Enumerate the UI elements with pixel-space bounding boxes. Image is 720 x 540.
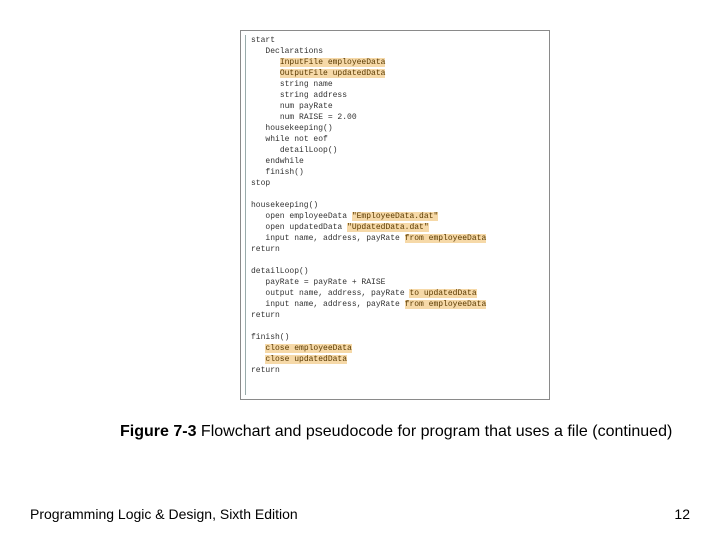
slide: start Declarations InputFile employeeDat…: [0, 0, 720, 540]
caption-bold: Figure 7-3: [120, 423, 196, 440]
figure-caption: Figure 7-3 Flowchart and pseudocode for …: [120, 420, 680, 444]
caption-text: Flowchart and pseudocode for program tha…: [196, 423, 672, 440]
pseudocode: start Declarations InputFile employeeDat…: [251, 35, 486, 376]
page-number: 12: [674, 506, 690, 522]
footer-left: Programming Logic & Design, Sixth Editio…: [30, 506, 298, 522]
left-rule: [245, 35, 246, 395]
pseudocode-box: start Declarations InputFile employeeDat…: [240, 30, 550, 400]
